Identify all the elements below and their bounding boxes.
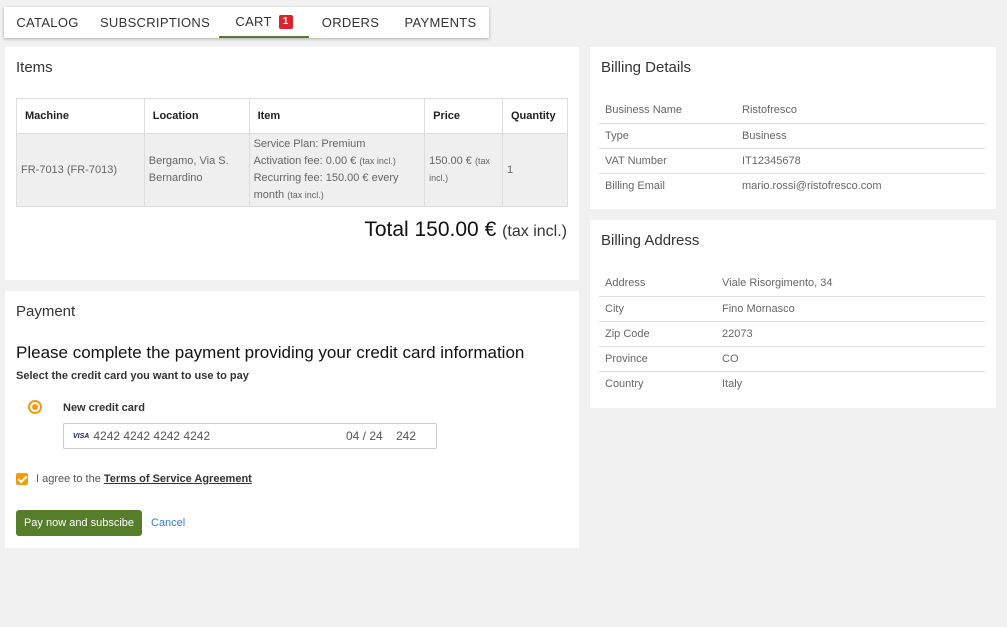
payment-card: Payment Please complete the payment prov…: [5, 291, 579, 548]
detail-label: Business Name: [599, 98, 736, 124]
detail-value: Ristofresco: [736, 98, 985, 124]
detail-value: mario.rossi@ristofresco.com: [742, 179, 882, 192]
terms-link[interactable]: Terms of Service Agreement: [104, 473, 252, 485]
tab-label: ORDERS: [321, 15, 380, 30]
items-title: Items: [16, 59, 53, 76]
cell-item: Service Plan: Premium Activation fee: 0.…: [248, 133, 426, 207]
detail-label: City: [599, 296, 716, 322]
items-table: Machine Location Item Price Quantity FR-…: [16, 98, 569, 207]
billing-details-table: Business Name Ristofresco Type Business VA…: [599, 98, 985, 198]
table-row: Country Italy: [599, 371, 985, 396]
cart-count-badge: 1: [278, 14, 293, 29]
payment-heading: Please complete the payment providing yo…: [16, 343, 525, 362]
billing-address-title: Billing Address: [601, 232, 700, 249]
detail-value: Viale Risorgimento, 34: [716, 271, 985, 297]
detail-value: Fino Mornasco: [716, 296, 985, 322]
detail-label: Country: [605, 377, 644, 390]
total-amount: Total 150.00 €: [364, 218, 497, 241]
terms-agreement: I agree to the Terms of Service Agreemen…: [36, 473, 252, 485]
header-item: Item: [248, 98, 426, 134]
plan-name: Service Plan: Premium: [253, 138, 366, 150]
cancel-link[interactable]: Cancel: [151, 517, 185, 529]
detail-label: Address: [599, 271, 716, 297]
table-row: Billing Email mario.rossi@ristofresco.com: [599, 173, 985, 198]
header-machine: Machine: [16, 98, 145, 134]
tab-label: CART: [235, 14, 272, 29]
table-row: FR-7013 (FR-7013) Bergamo, Via S. Bernar…: [16, 133, 569, 207]
price-text: 150.00 €: [429, 155, 472, 167]
terms-checkbox[interactable]: [16, 473, 28, 485]
cell-machine: FR-7013 (FR-7013): [16, 133, 145, 207]
agree-text: I agree to the: [36, 473, 101, 485]
billing-details-card: Billing Details Business Name Ristofresco…: [590, 47, 996, 209]
cart-total: Total 150.00 € (tax incl.): [364, 218, 567, 242]
activation-fee: Activation fee: 0.00 € (tax incl.): [254, 153, 421, 170]
tab-cart[interactable]: CART 1: [219, 7, 309, 38]
activation-fee-text: Activation fee: 0.00 €: [253, 155, 357, 167]
billing-details-title: Billing Details: [601, 59, 692, 76]
cell-location: Bergamo, Via S. Bernardino: [143, 133, 250, 207]
detail-value: Italy: [722, 377, 743, 390]
detail-label: Type: [599, 123, 736, 149]
top-tabs: CATALOG SUBSCRIPTIONS CART 1 ORDERS PAYME…: [4, 7, 489, 38]
activation-tax: (tax incl.): [359, 156, 396, 166]
total-tax: (tax incl.): [502, 223, 567, 240]
tab-catalog[interactable]: CATALOG: [4, 7, 91, 38]
tab-label: PAYMENTS: [404, 15, 477, 30]
table-row: City Fino Mornasco: [599, 296, 985, 322]
header-location: Location: [143, 98, 250, 134]
billing-address-card: Billing Address Address Viale Risorgiment…: [590, 220, 996, 408]
table-row: Address Viale Risorgimento, 34: [599, 271, 985, 297]
tab-orders[interactable]: ORDERS: [309, 7, 392, 38]
detail-value: Business: [736, 123, 985, 149]
detail-value: 22073: [716, 321, 985, 347]
tab-subscriptions[interactable]: SUBSCRIPTIONS: [91, 7, 219, 38]
tab-payments[interactable]: PAYMENTS: [392, 7, 489, 38]
table-row: Province CO: [599, 346, 985, 372]
billing-address-table: Address Viale Risorgimento, 34 City Fino M…: [599, 271, 985, 396]
detail-label: VAT Number: [599, 148, 736, 174]
cell-quantity: 1: [501, 133, 569, 207]
credit-card-input[interactable]: VISA 4242 4242 4242 4242 04 / 24 242: [63, 423, 437, 449]
card-cvc-field[interactable]: 242: [396, 429, 436, 443]
tab-label: SUBSCRIPTIONS: [99, 15, 211, 30]
new-card-label: New credit card: [63, 402, 145, 414]
table-row: VAT Number IT12345678: [599, 148, 985, 174]
tab-label: CATALOG: [16, 15, 79, 30]
table-header-row: Machine Location Item Price Quantity: [16, 98, 569, 134]
detail-value: IT12345678: [736, 148, 985, 174]
new-card-radio[interactable]: [28, 400, 42, 414]
table-row: Type Business: [599, 123, 985, 149]
detail-label: Province: [599, 346, 716, 372]
pay-and-subscribe-button[interactable]: Pay now and subscibe: [16, 510, 142, 536]
items-card: Items Machine Location Item Price Quanti…: [5, 47, 579, 280]
header-quantity: Quantity: [501, 98, 569, 134]
card-expiry-field[interactable]: 04 / 24: [346, 429, 396, 443]
payment-title: Payment: [16, 303, 76, 320]
payment-subheading: Select the credit card you want to use t…: [16, 370, 249, 382]
visa-icon: VISA: [73, 432, 90, 440]
detail-value: CO: [716, 346, 985, 372]
recurring-tax: (tax incl.): [287, 190, 324, 200]
detail-label: Billing Email: [605, 179, 665, 192]
card-number-field[interactable]: 4242 4242 4242 4242: [93, 429, 346, 443]
cell-price: 150.00 € (tax incl.): [424, 133, 503, 207]
table-row: Zip Code 22073: [599, 321, 985, 347]
recurring-fee: Recurring fee: 150.00 € every month (tax…: [254, 170, 421, 204]
detail-label: Zip Code: [599, 321, 716, 347]
header-price: Price: [424, 98, 503, 134]
table-row: Business Name Ristofresco: [599, 98, 985, 124]
recurring-fee-text: Recurring fee: 150.00 € every month: [253, 172, 399, 201]
